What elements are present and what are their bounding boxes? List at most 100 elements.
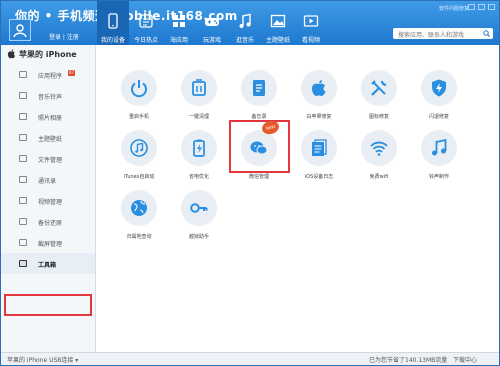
search-icon[interactable] xyxy=(483,30,490,37)
music-icon xyxy=(239,13,251,28)
tool-icon-bg xyxy=(361,130,397,166)
tool-white-apple-repair[interactable]: 白苹果修复 xyxy=(289,70,349,132)
memo-icon xyxy=(253,80,265,96)
device-name: 苹果的 iPhone xyxy=(7,48,77,60)
nav-video[interactable]: 看视频 xyxy=(295,1,327,45)
tool-label: 一键清理 xyxy=(188,114,209,120)
tool-ringtone-maker[interactable]: 铃声制作 xyxy=(409,130,469,192)
toolbox-grid: 重启手机 一键清理 备忘录 白苹果修复 图标修复 闪退修复 iTunes自启动 xyxy=(95,45,499,352)
sidebar-item-videos[interactable]: 视频管理 xyxy=(1,190,95,211)
tool-crash-repair[interactable]: 闪退修复 xyxy=(409,70,469,132)
close-button[interactable] xyxy=(488,4,495,10)
video-manage-icon xyxy=(19,197,27,204)
sidebar-item-backup[interactable]: 备份还原 xyxy=(1,211,95,232)
tool-restart-phone[interactable]: 重启手机 xyxy=(109,70,169,132)
tool-icon-bg xyxy=(121,130,157,166)
sidebar-item-contacts[interactable]: 通讯录 xyxy=(1,169,95,190)
nav-label: 今日热点 xyxy=(133,37,158,44)
tool-itunes-autostart[interactable]: iTunes自启动 xyxy=(109,130,169,192)
nav-games[interactable]: 玩游戏 xyxy=(196,1,228,45)
phone-icon xyxy=(108,13,118,29)
sidebar-item-label: 文件管理 xyxy=(38,157,63,164)
window-controls xyxy=(468,4,495,10)
tool-icon-bg xyxy=(181,70,217,106)
tool-label: 微信管理 xyxy=(248,174,269,180)
theme-icon xyxy=(19,134,27,141)
tool-icon-bg xyxy=(421,70,457,106)
wallpaper-icon xyxy=(270,14,286,28)
tool-label: 图标修复 xyxy=(368,114,389,120)
sidebar-item-toolbox[interactable]: 工具箱 xyxy=(1,253,95,274)
nav-music[interactable]: 逛音乐 xyxy=(229,1,261,45)
login-register-link[interactable]: 登录 | 注册 xyxy=(49,32,79,41)
nav-hot[interactable]: 今日热点 xyxy=(130,1,162,45)
clean-icon xyxy=(192,79,206,96)
sidebar-item-label: 音乐铃声 xyxy=(38,94,63,101)
screenshot-icon xyxy=(19,239,27,246)
wechat-tile-highlight xyxy=(229,120,290,173)
nav-label: 看视频 xyxy=(301,37,320,44)
nav-wallpaper[interactable]: 主题壁纸 xyxy=(262,1,294,45)
user-icon xyxy=(13,24,27,37)
nav-label: 我的设备 xyxy=(100,37,125,44)
tool-icon-bg xyxy=(121,70,157,106)
ringtone-icon xyxy=(432,138,447,156)
download-center-link[interactable]: 下载中心 xyxy=(453,355,477,364)
avatar[interactable] xyxy=(9,19,31,41)
sidebar-item-label: 照片相册 xyxy=(38,115,63,122)
sidebar-item-label: 截屏管理 xyxy=(38,241,63,248)
key-icon xyxy=(190,203,208,213)
sidebar-item-label: 视频管理 xyxy=(38,199,63,206)
main-nav: 我的设备 今日热点 海应用 玩游戏 逛音乐 主题壁纸 看视频 xyxy=(97,1,328,45)
folder-icon xyxy=(19,155,27,162)
maximize-button[interactable] xyxy=(478,4,485,10)
sidebar-item-screenshots[interactable]: 截屏管理 xyxy=(1,232,95,253)
tool-label: 省电优化 xyxy=(188,174,209,180)
nav-my-device[interactable]: 我的设备 xyxy=(97,1,129,45)
tool-free-wifi[interactable]: 免费wifi xyxy=(349,130,409,192)
sidebar-item-music[interactable]: 音乐铃声 xyxy=(1,85,95,106)
sidebar-list: 应用程序 87 音乐铃声 照片相册 主题壁纸 文件管理 通讯录 视频管理 备份还原… xyxy=(1,64,95,274)
tool-icon-repair[interactable]: 图标修复 xyxy=(349,70,409,132)
sidebar-item-photos[interactable]: 照片相册 xyxy=(1,106,95,127)
tool-one-click-clean[interactable]: 一键清理 xyxy=(169,70,229,132)
globe-icon xyxy=(131,200,147,216)
sidebar-item-label: 工具箱 xyxy=(38,262,57,269)
tool-power-saving[interactable]: 省电优化 xyxy=(169,130,229,192)
search-input[interactable]: 搜索应用、联系人和游戏 xyxy=(393,28,493,39)
minimize-button[interactable] xyxy=(468,4,475,10)
hot-icon xyxy=(139,14,153,28)
top-bar: 你的 • 手机频道 mobile.it168.com 登录 | 注册 我的设备 … xyxy=(1,1,499,45)
power-icon xyxy=(131,80,147,98)
sidebar-item-files[interactable]: 文件管理 xyxy=(1,148,95,169)
apple-icon xyxy=(311,80,326,96)
tool-icon-bg xyxy=(301,130,337,166)
nav-label: 海应用 xyxy=(169,37,188,44)
wrench-icon xyxy=(371,80,387,96)
device-name-label: 苹果的 iPhone xyxy=(19,49,77,59)
apps-icon xyxy=(19,71,27,78)
tool-icon-bg xyxy=(181,130,217,166)
sidebar-item-themes[interactable]: 主题壁纸 xyxy=(1,127,95,148)
repair-link[interactable]: 软件问题修复 xyxy=(439,5,469,12)
connection-status[interactable]: 苹果的 iPhone USB连接 ▾ xyxy=(7,355,78,364)
sidebar: 苹果的 iPhone 应用程序 87 音乐铃声 照片相册 主题壁纸 文件管理 通讯… xyxy=(1,45,96,352)
itunes-icon xyxy=(130,139,148,157)
tool-icon-bg xyxy=(121,190,157,226)
tool-label: 白苹果修复 xyxy=(306,114,332,120)
nav-label: 玩游戏 xyxy=(202,37,221,44)
nav-apps[interactable]: 海应用 xyxy=(163,1,195,45)
battery-icon xyxy=(193,139,205,157)
tool-label: 重启手机 xyxy=(128,114,149,120)
tool-jailbreak-assistant[interactable]: 越狱助手 xyxy=(169,190,229,252)
nav-label: 主题壁纸 xyxy=(265,37,290,44)
apple-logo-icon xyxy=(7,49,15,59)
sidebar-item-apps[interactable]: 应用程序 87 xyxy=(1,64,95,85)
wifi-icon xyxy=(370,141,388,156)
tool-ios-device-log[interactable]: iOS设备日志 xyxy=(289,130,349,192)
traffic-saved-text: 已为您节省了140.13MB流量 xyxy=(369,357,448,364)
tool-location-lookup[interactable]: 归属地查询 xyxy=(109,190,169,252)
sidebar-item-label: 应用程序 xyxy=(38,73,63,80)
sidebar-item-label: 通讯录 xyxy=(38,178,57,185)
backup-icon xyxy=(19,218,27,225)
